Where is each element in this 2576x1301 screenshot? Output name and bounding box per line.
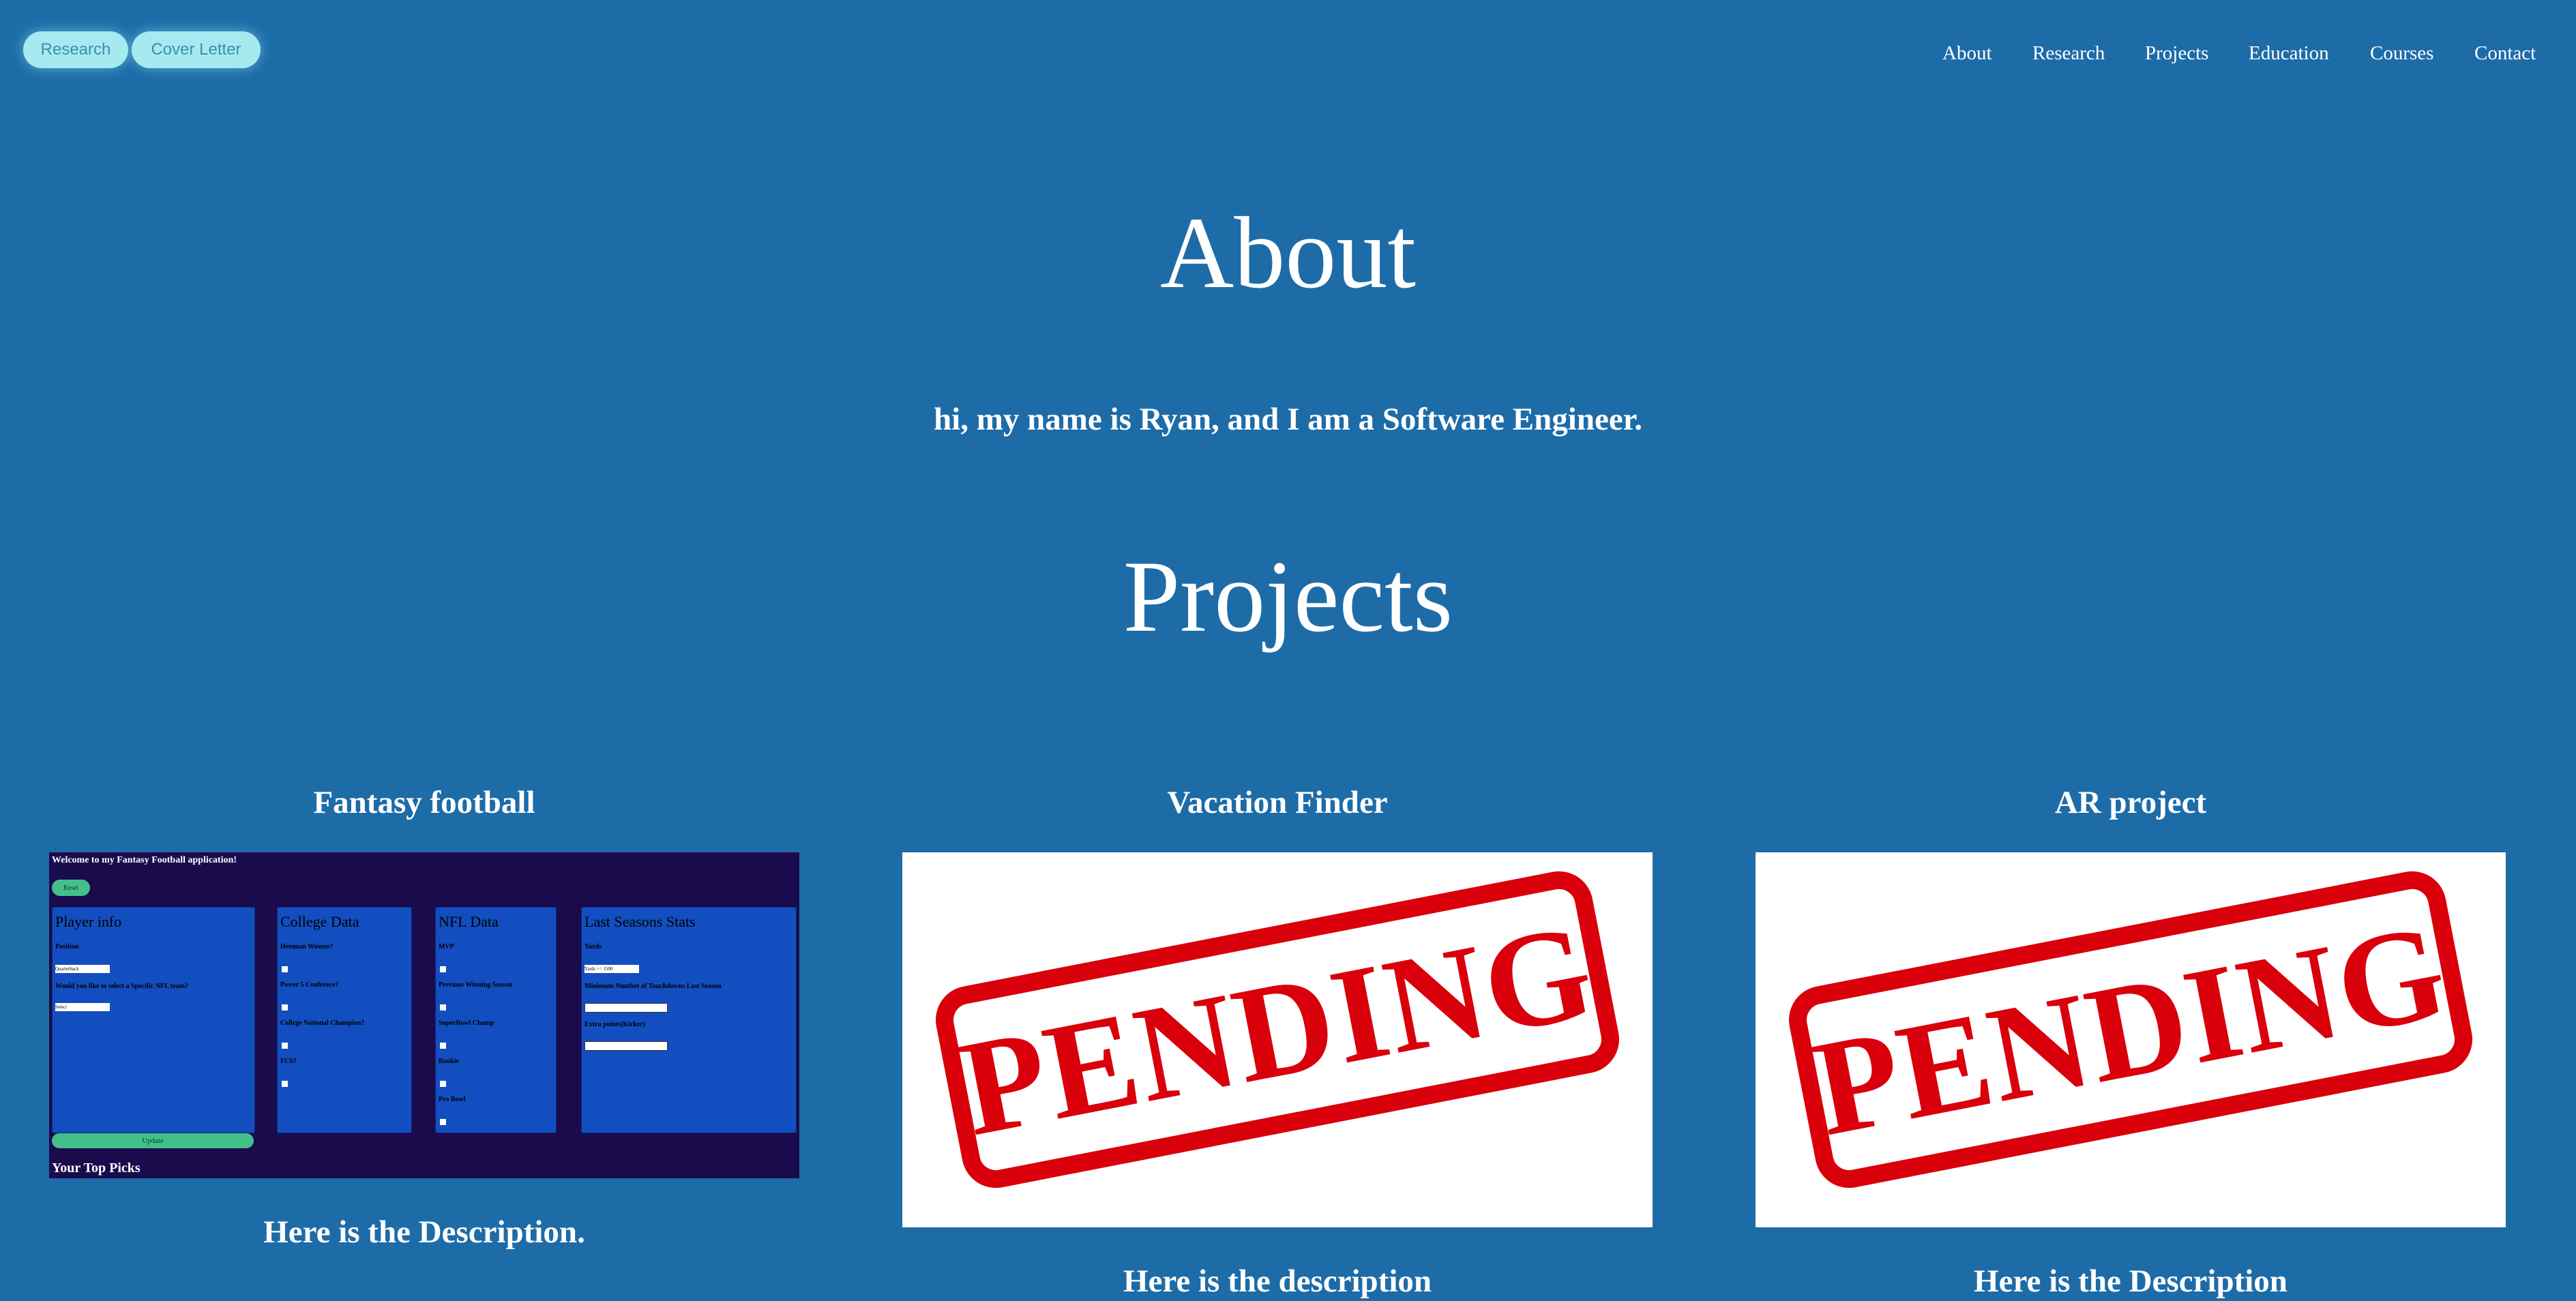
ff-panel-title: NFL Data xyxy=(439,913,499,930)
ff-checkbox xyxy=(282,966,288,972)
about-heading: About xyxy=(1160,196,1416,310)
pending-stamp-text: PENDING xyxy=(949,895,1605,1165)
ff-checkbox xyxy=(440,966,446,972)
project-title: Fantasy football xyxy=(313,785,535,820)
ff-label: Heisman Winner? xyxy=(280,943,334,951)
ff-team-select: Select xyxy=(55,1003,110,1011)
ff-label: MVP xyxy=(439,943,454,951)
ff-welcome-text: Welcome to my Fantasy Football applicati… xyxy=(52,855,237,865)
ff-top-picks-label: Your Top Picks xyxy=(52,1161,140,1176)
ff-checkbox xyxy=(282,1043,288,1049)
ff-label: SuperBowl Champ xyxy=(439,1019,494,1027)
ff-panel-title: College Data xyxy=(280,913,359,930)
ff-label: Would you like to select a Specific NFL … xyxy=(55,983,188,990)
pending-stamp: PENDING xyxy=(930,865,1625,1194)
project-title: Vacation Finder xyxy=(1167,785,1388,820)
ff-label: Yards xyxy=(584,943,602,951)
ff-label: Minimum Number of Touchdowns Last Season xyxy=(584,983,722,990)
project-description: Here is the description xyxy=(1123,1263,1432,1299)
ff-label: Power 5 Conferece? xyxy=(280,981,339,989)
project-description: Here is the Description. xyxy=(263,1214,585,1250)
ff-label: Pro Bowl xyxy=(439,1096,466,1103)
project-title: AR project xyxy=(2054,785,2207,820)
project-description: Here is the Description xyxy=(1974,1263,2288,1299)
ff-position-select: Quarterback xyxy=(55,965,110,973)
about-intro: hi, my name is Ryan, and I am a Software… xyxy=(934,402,1642,437)
nav-projects[interactable]: Projects xyxy=(2145,42,2208,65)
nav-research[interactable]: Research xyxy=(2032,42,2105,65)
ff-touchdowns-input xyxy=(584,1003,668,1013)
ff-panel-last-seasons-stats: Last Seasons Stats Yards Yards >= 1500 M… xyxy=(581,907,797,1133)
ff-panel-college-data: College Data Heisman Winner? Power 5 Con… xyxy=(277,907,412,1133)
nav-courses[interactable]: Courses xyxy=(2370,42,2433,65)
ff-label: FCS? xyxy=(280,1058,297,1065)
ff-checkbox xyxy=(440,1119,446,1125)
ff-panel-title: Last Seasons Stats xyxy=(584,913,696,930)
ff-checkbox xyxy=(440,1081,446,1087)
nav-about[interactable]: About xyxy=(1942,42,1992,65)
ff-yards-select: Yards >= 1500 xyxy=(584,965,639,973)
ff-label: Position xyxy=(55,943,79,951)
pending-image: PENDING xyxy=(902,852,1653,1227)
nav-contact[interactable]: Contact xyxy=(2474,42,2536,65)
ff-label: Extra points(Kicker) xyxy=(584,1021,646,1028)
ff-checkbox xyxy=(282,1004,288,1011)
ff-extra-points-input xyxy=(584,1041,668,1051)
nav-education[interactable]: Education xyxy=(2249,42,2329,65)
ff-checkbox xyxy=(440,1004,446,1011)
ff-update-button: Update xyxy=(52,1133,254,1148)
ff-reset-button: Reset xyxy=(52,880,90,896)
ff-panel-nfl-data: NFL Data MVP Previous Winning Season Sup… xyxy=(435,907,557,1133)
pending-image: PENDING xyxy=(1756,852,2506,1227)
projects-heading: Projects xyxy=(1123,540,1453,653)
ff-panel-player-info: Player info Position Quarterback Would y… xyxy=(52,907,255,1133)
pending-stamp: PENDING xyxy=(1783,865,2478,1194)
research-button[interactable]: Research xyxy=(23,31,128,68)
ff-label: Rookie xyxy=(439,1058,459,1065)
ff-label: Previous Winning Season xyxy=(439,981,513,989)
ff-panel-title: Player info xyxy=(55,913,122,930)
fantasy-football-screenshot: Welcome to my Fantasy Football applicati… xyxy=(49,852,799,1178)
cover-letter-button[interactable]: Cover Letter xyxy=(132,31,261,68)
pending-stamp-text: PENDING xyxy=(1803,895,2459,1165)
ff-checkbox xyxy=(282,1081,288,1087)
ff-label: College National Champion? xyxy=(280,1019,365,1027)
ff-checkbox xyxy=(440,1043,446,1049)
